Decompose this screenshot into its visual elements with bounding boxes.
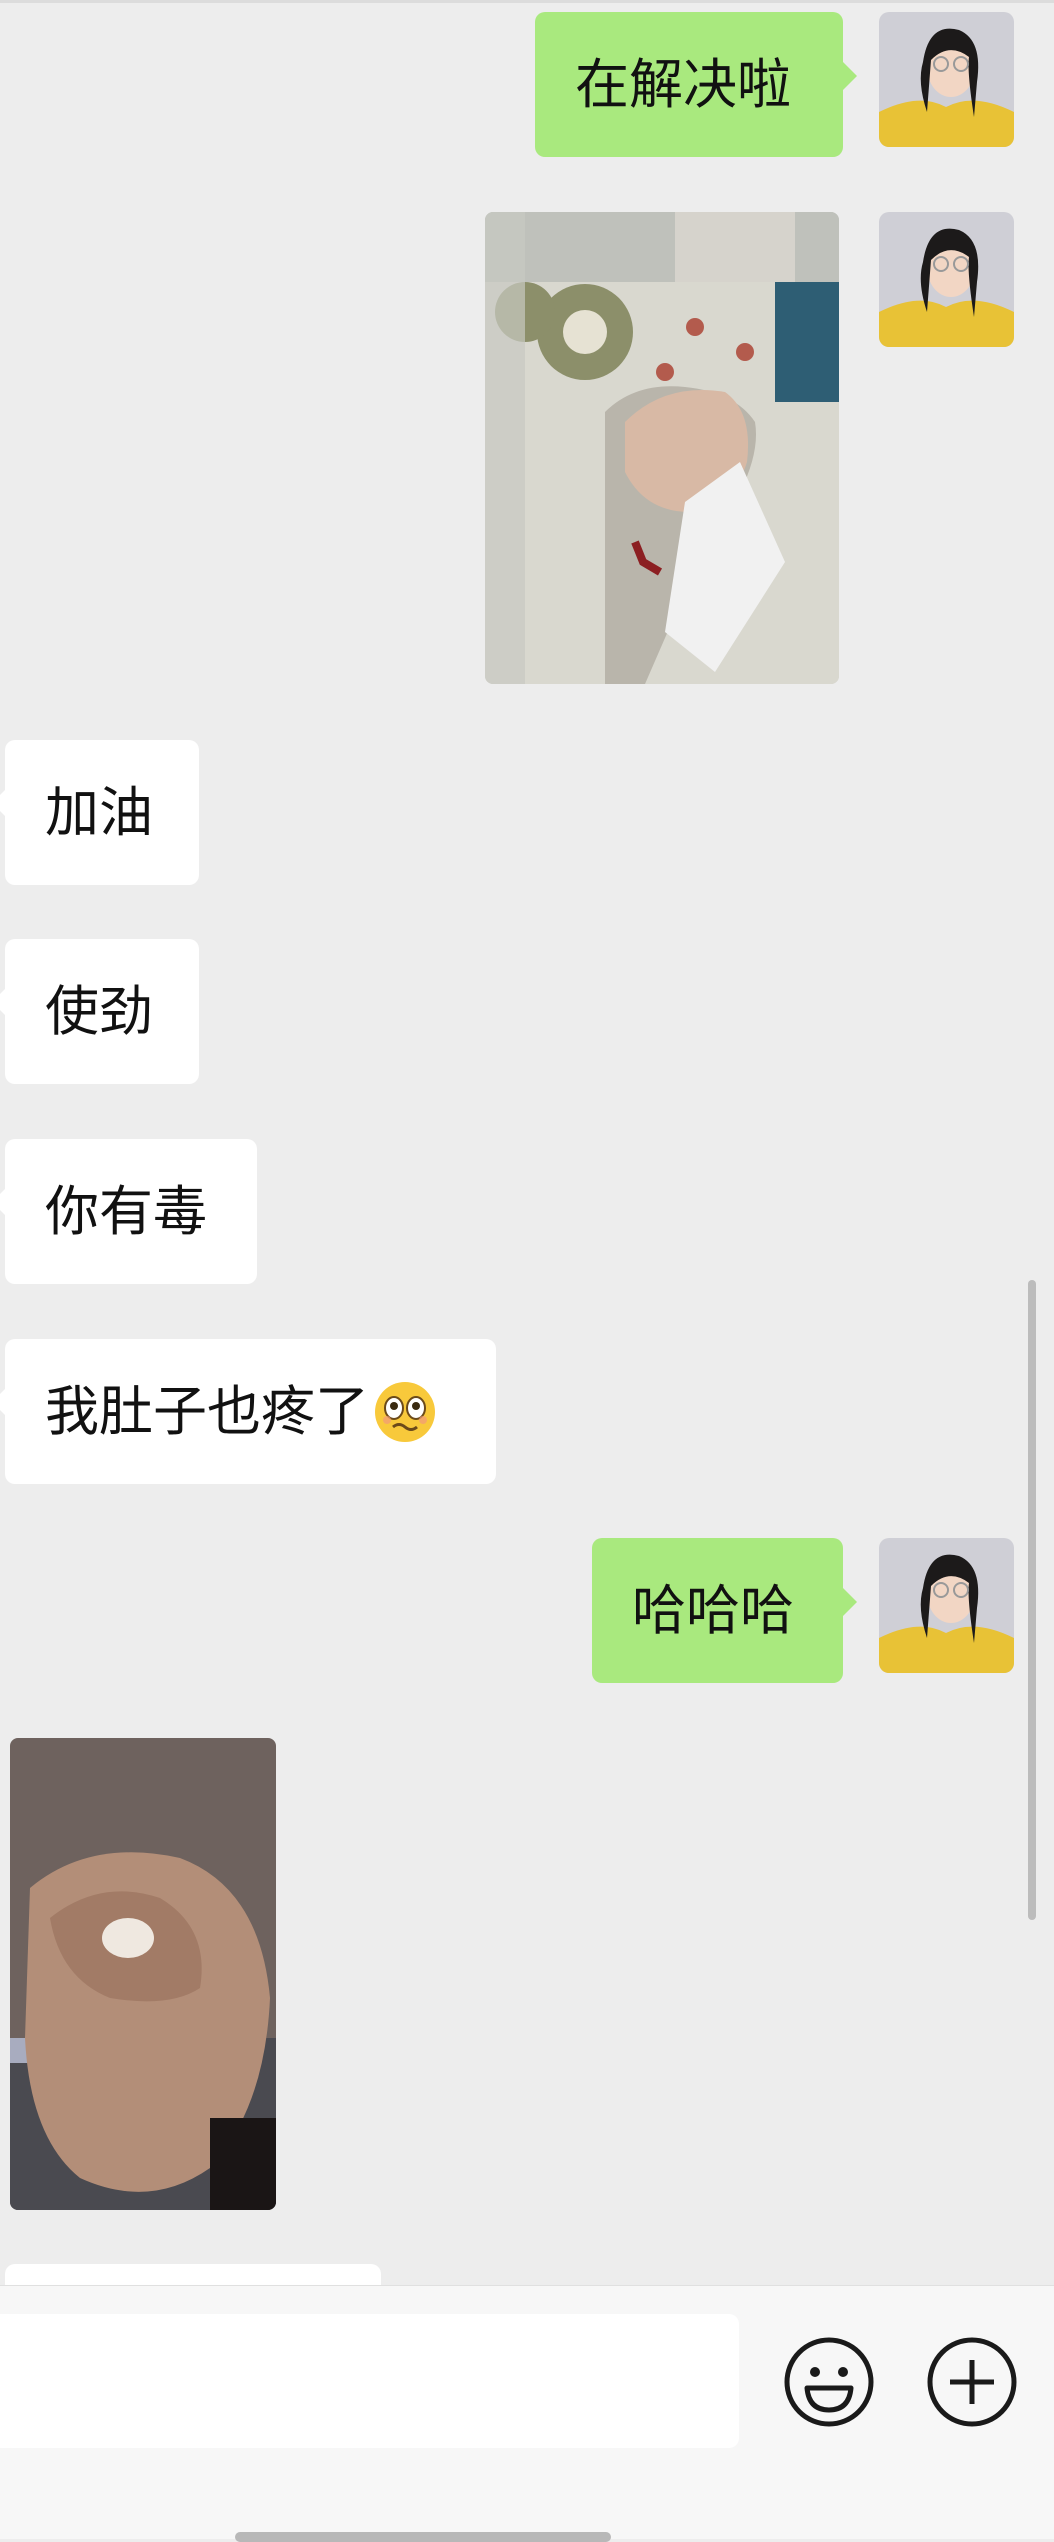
message-text: 加油 bbox=[45, 780, 153, 844]
plus-circle-icon[interactable] bbox=[926, 2336, 1018, 2428]
self-avatar[interactable] bbox=[879, 1538, 1014, 1673]
message-bubble-outgoing[interactable]: 在解决啦 bbox=[535, 12, 857, 157]
message-image-incoming[interactable] bbox=[10, 1738, 276, 2210]
message-text: 你有毒 bbox=[45, 1179, 207, 1243]
woozy-face-emoji bbox=[375, 1381, 435, 1442]
message-bubble-incoming[interactable]: 我肚子也疼了 bbox=[0, 1339, 496, 1484]
top-divider bbox=[0, 0, 1054, 3]
message-bubble-incoming[interactable]: 你有毒 bbox=[0, 1139, 257, 1284]
self-avatar[interactable] bbox=[879, 212, 1014, 347]
message-image-outgoing[interactable] bbox=[485, 212, 839, 684]
message-bubble-incoming[interactable]: 使劲 bbox=[0, 939, 199, 1084]
self-avatar[interactable] bbox=[879, 12, 1014, 147]
message-text: 使劲 bbox=[45, 979, 153, 1043]
message-bubble-incoming[interactable]: 加油 bbox=[0, 740, 199, 885]
message-bubble-outgoing[interactable]: 哈哈哈 bbox=[592, 1538, 857, 1683]
message-input[interactable] bbox=[0, 2314, 739, 2448]
message-bubble-incoming-partial bbox=[5, 2264, 381, 2286]
scrollbar[interactable] bbox=[1028, 1280, 1036, 1920]
smiley-face-icon[interactable] bbox=[783, 2336, 875, 2428]
home-indicator[interactable] bbox=[235, 2532, 611, 2542]
message-text: 我肚子也疼了 bbox=[45, 1379, 369, 1443]
message-text: 哈哈哈 bbox=[632, 1578, 794, 1642]
message-text: 在解决啦 bbox=[575, 52, 791, 116]
